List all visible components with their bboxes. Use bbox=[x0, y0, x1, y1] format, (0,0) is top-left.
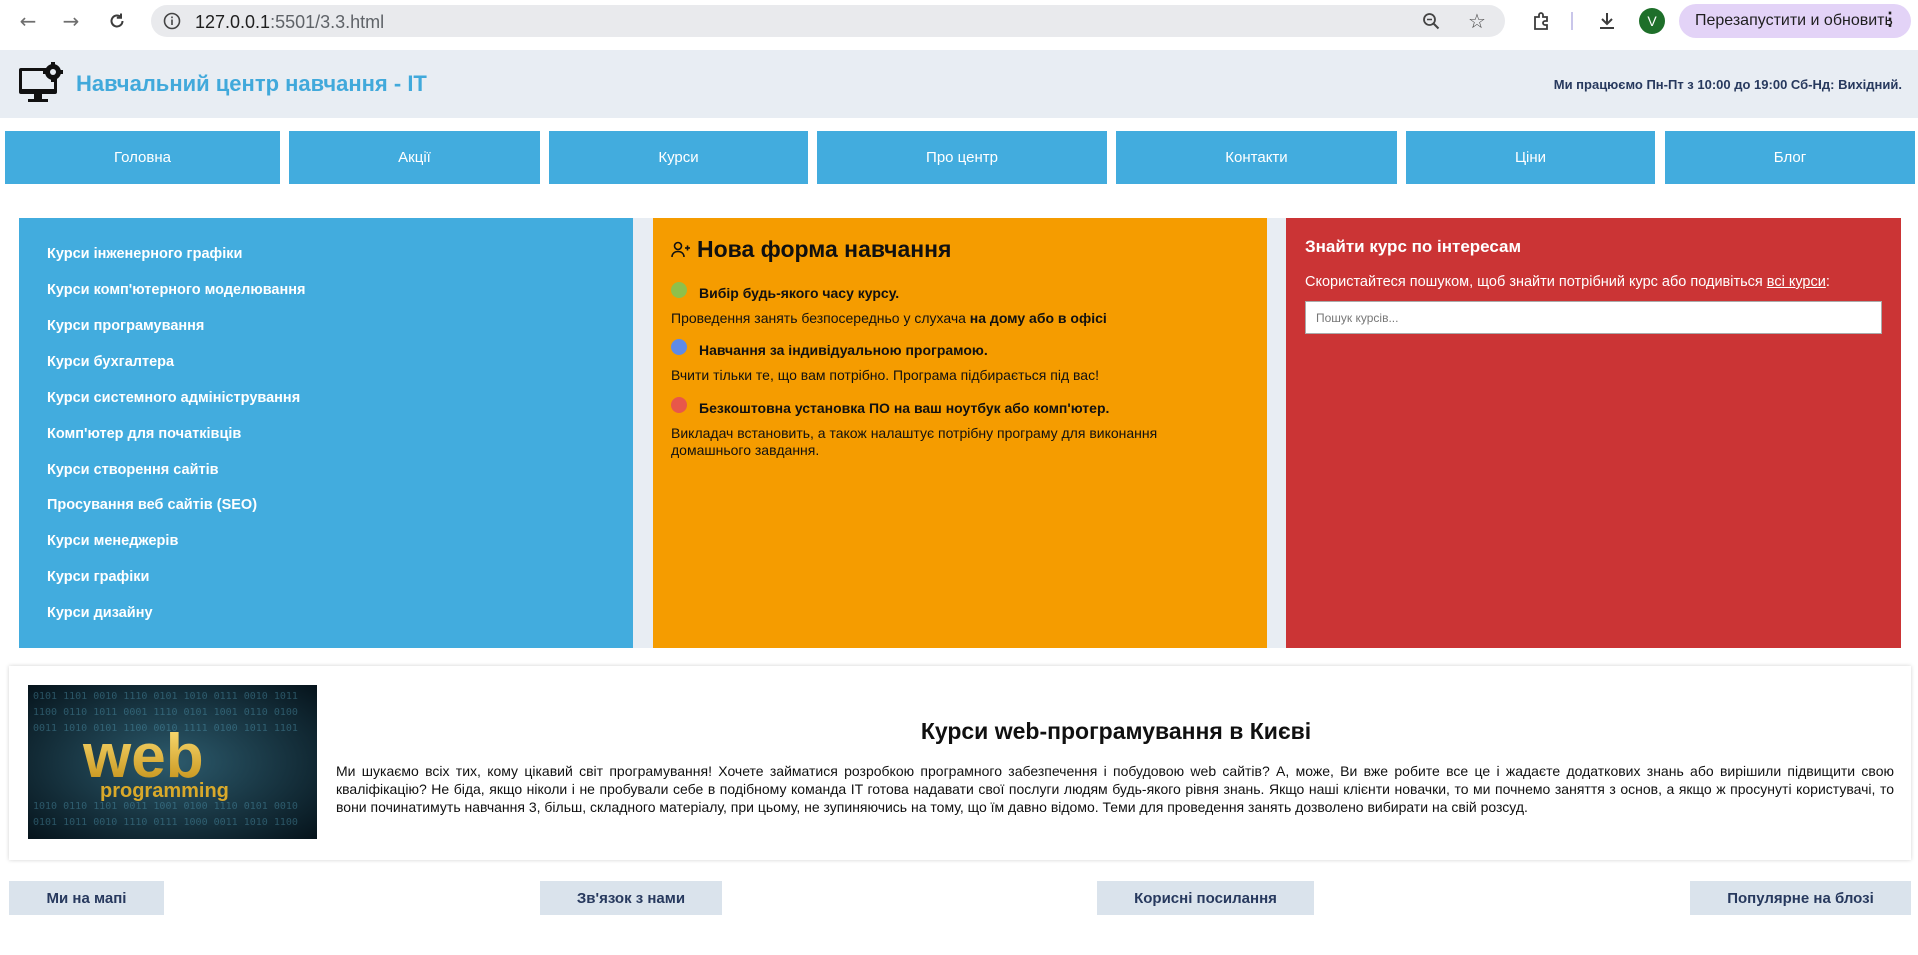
address-bar[interactable]: 127.0.0.1:5501/3.3.html ☆ bbox=[151, 5, 1505, 37]
course-link[interactable]: Курси дизайну bbox=[47, 605, 153, 621]
menu-item-courses[interactable]: Курси bbox=[549, 131, 808, 184]
more-menu-icon[interactable]: ⋮ bbox=[1881, 9, 1899, 30]
bookmark-star-icon[interactable]: ☆ bbox=[1467, 11, 1487, 33]
course-link[interactable]: Комп'ютер для початківців bbox=[47, 426, 241, 442]
profile-avatar[interactable]: V bbox=[1639, 8, 1665, 34]
web-page: Навчальний центр навчання - IT Ми працює… bbox=[0, 50, 1918, 955]
site-header: Навчальний центр навчання - IT Ми працює… bbox=[0, 50, 1918, 118]
users-icon bbox=[671, 241, 690, 257]
svg-text:1100 0110 1011 0001 1110 0101: 1100 0110 1011 0001 1110 0101 1001 0110 … bbox=[33, 707, 298, 718]
column-gap bbox=[633, 218, 653, 648]
footer-useful-links-button[interactable]: Корисні посилання bbox=[1097, 881, 1314, 915]
web-programming-section: 0101 1101 0010 1110 0101 1010 0111 0010 … bbox=[9, 666, 1911, 860]
feature-text: Викладач встановить, а також налаштує по… bbox=[671, 425, 1158, 458]
menu-item-promotions[interactable]: Акції bbox=[289, 131, 540, 184]
course-link[interactable]: Курси системного адміністрування bbox=[47, 390, 300, 406]
svg-text:1010 0110 1101 0011 1001 0100: 1010 0110 1101 0011 1001 0100 1110 0101 … bbox=[33, 801, 298, 812]
site-title[interactable]: Навчальний центр навчання - IT bbox=[76, 71, 427, 97]
feature-text-bold: на дому або в офісі bbox=[969, 310, 1107, 326]
all-courses-link[interactable]: всі курси bbox=[1767, 274, 1826, 290]
computer-gear-logo-icon bbox=[19, 62, 63, 102]
search-input[interactable]: Пошук курсів... bbox=[1305, 301, 1882, 334]
footer-map-button[interactable]: Ми на мапі bbox=[9, 881, 164, 915]
course-link[interactable]: Курси графіки bbox=[47, 569, 149, 585]
section-title: Курси web-програмування в Києві bbox=[920, 718, 1312, 744]
download-icon[interactable] bbox=[1595, 9, 1619, 33]
search-description: Скористайтеся пошуком, щоб знайти потріб… bbox=[1305, 274, 1830, 290]
svg-text:0101 1101 0010 1110 0101 1010: 0101 1101 0010 1110 0101 1010 0111 0010 … bbox=[33, 691, 298, 702]
browser-toolbar: ← → 127.0.0.1:5501/3.3.html ☆ V Перезапу… bbox=[0, 0, 1918, 42]
red-circle-icon bbox=[671, 397, 687, 413]
feature-item: Вибір будь-якого часу курсу. Проведення … bbox=[671, 282, 1107, 326]
feature-item: Безкоштовна установка ПО на ваш ноутбук … bbox=[671, 397, 1231, 459]
extensions-icon[interactable] bbox=[1529, 9, 1553, 33]
menu-item-blog[interactable]: Блог bbox=[1665, 131, 1915, 184]
image-word-programming: programming bbox=[100, 780, 229, 802]
search-title: Знайти курс по інтересам bbox=[1305, 237, 1522, 256]
new-form-title: Нова форма навчання bbox=[671, 236, 951, 263]
course-link[interactable]: Просування веб сайтів (SEO) bbox=[47, 497, 257, 513]
new-form-title-text: Нова форма навчання bbox=[697, 236, 952, 262]
web-programming-image: 0101 1101 0010 1110 0101 1010 0111 0010 … bbox=[28, 685, 317, 839]
menu-item-about[interactable]: Про центр bbox=[817, 131, 1107, 184]
course-link[interactable]: Курси інженерного графіки bbox=[47, 246, 242, 262]
feature-text: Вчити тільки те, що вам потрібно. Програ… bbox=[671, 367, 1099, 383]
menu-item-prices[interactable]: Ціни bbox=[1406, 131, 1655, 184]
menu-item-home[interactable]: Головна bbox=[5, 131, 280, 184]
blue-circle-icon bbox=[671, 339, 687, 355]
new-form-panel: Нова форма навчання Вибір будь-якого час… bbox=[653, 218, 1267, 648]
feature-text: Проведення занять безпосередньо у слухач… bbox=[671, 310, 970, 326]
svg-text:0101 1011 0010 1110 0111 1000: 0101 1011 0010 1110 0111 1000 0011 1010 … bbox=[33, 817, 298, 828]
course-link[interactable]: Курси створення сайтів bbox=[47, 462, 219, 478]
toolbar-separator bbox=[1571, 12, 1573, 30]
feature-heading: Навчання за індивідуальною програмою. bbox=[699, 342, 988, 358]
section-text: Ми шукаємо всіх тих, кому цікавий світ п… bbox=[336, 763, 1894, 815]
footer-popular-blog-button[interactable]: Популярне на блозі bbox=[1690, 881, 1911, 915]
site-info-icon[interactable] bbox=[163, 12, 181, 30]
green-circle-icon bbox=[671, 282, 687, 298]
menu-item-contacts[interactable]: Контакти bbox=[1116, 131, 1397, 184]
url-text[interactable]: 127.0.0.1:5501/3.3.html bbox=[195, 12, 384, 33]
course-list-panel: Курси інженерного графіки Курси комп'юте… bbox=[19, 218, 633, 648]
course-link[interactable]: Курси менеджерів bbox=[47, 533, 178, 549]
feature-heading: Безкоштовна установка ПО на ваш ноутбук … bbox=[699, 400, 1110, 416]
footer-contact-button[interactable]: Зв'язок з нами bbox=[540, 881, 722, 915]
reload-icon[interactable] bbox=[104, 8, 130, 34]
relaunch-update-button[interactable]: Перезапустити и обновить ⋮ bbox=[1679, 4, 1911, 38]
column-gap bbox=[1267, 218, 1286, 648]
feature-item: Навчання за індивідуальною програмою. Вч… bbox=[671, 339, 1099, 383]
zoom-icon[interactable] bbox=[1421, 11, 1441, 31]
forward-arrow-icon[interactable]: → bbox=[58, 8, 84, 34]
back-arrow-icon[interactable]: ← bbox=[15, 8, 41, 34]
course-link[interactable]: Курси програмування bbox=[47, 318, 204, 334]
working-hours: Ми працюємо Пн-Пт з 10:00 до 19:00 Сб-Нд… bbox=[1553, 77, 1902, 92]
course-link[interactable]: Курси комп'ютерного моделювання bbox=[47, 282, 305, 298]
course-search-panel: Знайти курс по інтересам Скористайтеся п… bbox=[1286, 218, 1901, 648]
relaunch-label: Перезапустити и обновить bbox=[1695, 12, 1893, 29]
course-link[interactable]: Курси бухгалтера bbox=[47, 354, 174, 370]
feature-heading: Вибір будь-якого часу курсу. bbox=[699, 285, 900, 301]
